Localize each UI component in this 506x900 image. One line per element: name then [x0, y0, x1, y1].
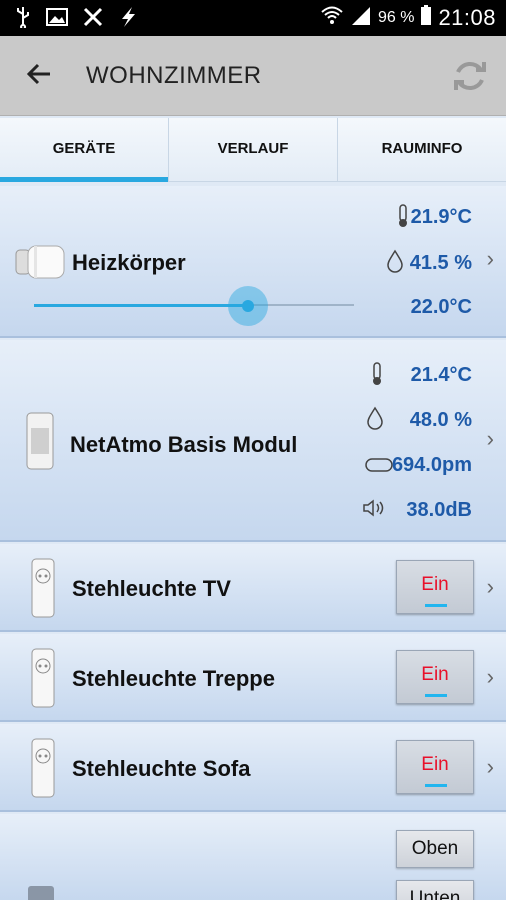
power-toggle-button[interactable]: Ein	[396, 740, 474, 794]
netatmo-module-icon	[24, 412, 56, 475]
device-name: Stehleuchte TV	[72, 576, 231, 601]
temperature-slider[interactable]	[34, 304, 354, 307]
humidity-value: 48.0 %	[409, 409, 472, 431]
blind-down-button[interactable]: Unten	[396, 880, 474, 900]
tools-icon	[82, 6, 104, 34]
device-card-stehleuchte-sofa[interactable]: Stehleuchte Sofa Ein ›	[0, 724, 506, 812]
temperature-value: 21.4°C	[410, 364, 472, 386]
device-card-netatmo[interactable]: NetAtmo Basis Modul 21.4°C 48.0 % › 694.…	[0, 340, 506, 542]
tab-verlauf[interactable]: VERLAUF	[169, 118, 338, 181]
smart-plug-icon	[30, 648, 56, 713]
tab-bar: GERÄTE VERLAUF RAUMINFO	[0, 118, 506, 182]
refresh-icon[interactable]	[450, 56, 490, 96]
device-name: Heizkörper	[72, 250, 186, 275]
power-toggle-button[interactable]: Ein	[396, 650, 474, 704]
clock: 21:08	[438, 4, 496, 30]
chevron-right-icon: ›	[486, 246, 494, 271]
battery-percent: 96 %	[377, 8, 415, 26]
device-card-stehleuchte-treppe[interactable]: Stehleuchte Treppe Ein ›	[0, 634, 506, 722]
status-bar: 96 % 21:08	[0, 0, 506, 36]
device-card-stehleuchte-tv[interactable]: Stehleuchte TV Ein ›	[0, 544, 506, 632]
device-name: Stehleuchte Sofa	[72, 756, 251, 781]
tab-geraete[interactable]: GERÄTE	[0, 118, 169, 182]
device-name: Stehleuchte Treppe	[72, 666, 275, 691]
thermometer-icon	[370, 362, 384, 391]
signal-icon	[350, 5, 372, 30]
blind-up-button[interactable]: Oben	[396, 830, 474, 868]
device-name: NetAtmo Basis Modul	[70, 432, 298, 457]
co2-sensor-icon	[364, 457, 394, 478]
chevron-right-icon: ›	[486, 426, 494, 451]
setpoint-value: 22.0°C	[410, 296, 472, 318]
page-title: WOHNZIMMER	[86, 62, 262, 89]
humidity-icon	[386, 249, 404, 278]
thermometer-icon	[396, 204, 410, 233]
tab-rauminfo[interactable]: RAUMINFO	[338, 118, 506, 181]
blind-device-icon	[26, 884, 56, 900]
flash-icon	[118, 6, 138, 34]
speaker-icon	[362, 499, 386, 522]
back-arrow-icon[interactable]	[24, 58, 56, 90]
co2-value: 694.0pm	[391, 454, 472, 476]
app-bar: WOHNZIMMER	[0, 36, 506, 116]
humidity-value: 41.5 %	[409, 252, 472, 274]
chevron-right-icon: ›	[486, 574, 494, 599]
usb-icon	[14, 6, 32, 34]
noise-value: 38.0dB	[406, 499, 472, 521]
slider-fill	[34, 304, 249, 307]
smart-plug-icon	[30, 558, 56, 623]
wifi-icon	[320, 5, 344, 30]
temperature-value: 21.9°C	[410, 206, 472, 228]
radiator-valve-icon	[14, 242, 68, 287]
battery-icon	[420, 4, 432, 31]
chevron-right-icon: ›	[486, 754, 494, 779]
smart-plug-icon	[30, 738, 56, 803]
chevron-right-icon: ›	[486, 664, 494, 689]
humidity-icon	[366, 406, 384, 435]
power-toggle-button[interactable]: Ein	[396, 560, 474, 614]
slider-thumb[interactable]	[228, 286, 269, 326]
device-card-blind[interactable]: Oben Unten	[0, 814, 506, 900]
image-icon	[46, 7, 68, 33]
device-card-heizkoerper[interactable]: Heizkörper 21.9°C 41.5 % › 22.0°C	[0, 186, 506, 338]
